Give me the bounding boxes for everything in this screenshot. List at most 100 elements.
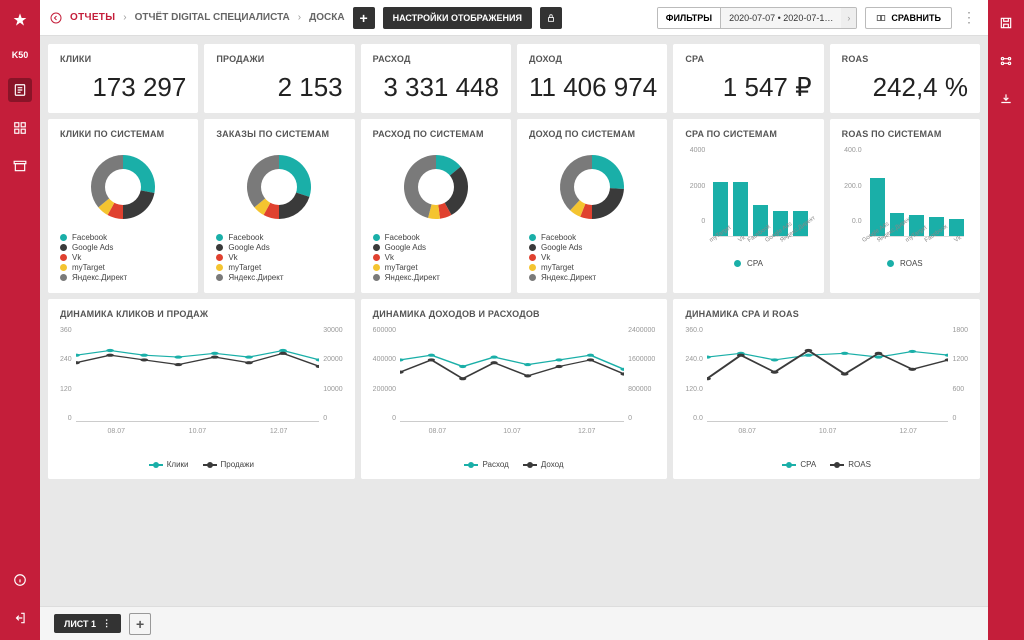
donut-chart [216, 147, 342, 227]
legend-item: CPA [782, 460, 816, 469]
legend-item: Facebook [373, 233, 499, 242]
bottombar: ЛИСТ 1⋮ + [40, 606, 988, 640]
line-card: ДИНАМИКА CPA И ROAS 360.0240.0120.00.0 0… [673, 299, 980, 479]
bar: Google Ads [870, 178, 885, 236]
sheet-tab[interactable]: ЛИСТ 1⋮ [54, 614, 121, 633]
settings-icon[interactable] [995, 50, 1017, 72]
download-icon[interactable] [995, 88, 1017, 110]
bar: myTarget [909, 215, 924, 236]
bar: Яндекс.Директ [890, 213, 905, 236]
legend-item: myTarget [60, 263, 186, 272]
metric-value: 2 153 [216, 72, 342, 103]
metric-card: КЛИКИ 173 297 [48, 44, 198, 113]
metric-label: РАСХОД [373, 54, 499, 64]
back-icon[interactable] [50, 12, 62, 24]
legend-item: Яндекс.Директ [216, 273, 342, 282]
compare-button[interactable]: СРАВНИТЬ [865, 7, 952, 29]
metric-card: ДОХОД 11 406 974 [517, 44, 667, 113]
left-sidebar: K50 [0, 0, 40, 640]
line-card: ДИНАМИКА ДОХОДОВ И РАСХОДОВ 600000400000… [361, 299, 668, 479]
line-legend: РасходДоход [373, 460, 656, 469]
line-legend: Клики Продажи [60, 460, 343, 469]
legend-item: Vk [60, 253, 186, 262]
line-card: ДИНАМИКА КЛИКОВ И ПРОДАЖ 3602401200 08.0… [48, 299, 355, 479]
star-icon[interactable] [8, 8, 32, 32]
metric-label: КЛИКИ [60, 54, 186, 64]
bar-legend: CPA [685, 259, 811, 268]
metric-card: РАСХОД 3 331 448 [361, 44, 511, 113]
date-range-value: 2020-07-07 • 2020-07-1… [721, 8, 841, 28]
legend-item: Google Ads [60, 243, 186, 252]
breadcrumb-mid[interactable]: ОТЧЁТ DIGITAL СПЕЦИАЛИСТА [135, 12, 290, 23]
bar: myTarget [713, 182, 728, 236]
donut-chart [60, 147, 186, 227]
metric-card: CPA 1 547 ₽ [673, 44, 823, 113]
line-chart: 3602401200 08.0710.0712.07 3000020000100… [60, 327, 343, 442]
topbar: ОТЧЕТЫ › ОТЧЁТ DIGITAL СПЕЦИАЛИСТА › ДОС… [40, 0, 988, 36]
legend-item: Клики [149, 460, 189, 469]
breadcrumb-leaf: ДОСКА [309, 12, 344, 23]
legend-item: Яндекс.Директ [373, 273, 499, 282]
add-button[interactable]: + [353, 7, 375, 29]
info-icon[interactable] [8, 568, 32, 592]
legend: FacebookGoogle AdsVkmyTargetЯндекс.Дирек… [529, 233, 655, 282]
legend-item: Продажи [203, 460, 254, 469]
bar: Vk [949, 219, 964, 236]
right-sidebar [988, 0, 1024, 640]
legend-item: Vk [216, 253, 342, 262]
legend-item: myTarget [216, 263, 342, 272]
legend-item: Facebook [216, 233, 342, 242]
legend: FacebookGoogle AdsVkmyTargetЯндекс.Дирек… [60, 233, 186, 282]
breadcrumb-root[interactable]: ОТЧЕТЫ [70, 12, 115, 23]
bar: Facebook [929, 217, 944, 236]
display-settings-button[interactable]: НАСТРОЙКИ ОТОБРАЖЕНИЯ [383, 7, 532, 29]
dashboard-icon[interactable] [8, 116, 32, 140]
legend: FacebookGoogle AdsVkmyTargetЯндекс.Дирек… [216, 233, 342, 282]
filters-label: ФИЛЬТРЫ [658, 8, 721, 28]
legend-item: Vk [529, 253, 655, 262]
metric-label: ПРОДАЖИ [216, 54, 342, 64]
legend-item: Google Ads [529, 243, 655, 252]
donut-card: РАСХОД ПО СИСТЕМАМ FacebookGoogle AdsVkm… [361, 119, 511, 293]
bar: Яндекс.Директ [793, 211, 808, 236]
legend-item: Facebook [529, 233, 655, 242]
reports-icon[interactable] [8, 78, 32, 102]
metric-card: ROAS 242,4 % [830, 44, 980, 113]
line-chart: 360.0240.0120.00.0 08.0710.0712.07 18001… [685, 327, 968, 442]
legend-item: myTarget [529, 263, 655, 272]
add-sheet-button[interactable]: + [129, 613, 151, 635]
exit-icon[interactable] [8, 606, 32, 630]
metric-value: 11 406 974 [529, 72, 655, 103]
dashboard-content: КЛИКИ 173 297 ПРОДАЖИ 2 153 РАСХОД 3 331… [40, 36, 988, 606]
metric-value: 1 547 ₽ [685, 72, 811, 103]
line-legend: CPAROAS [685, 460, 968, 469]
clear-filter-icon[interactable]: › [841, 8, 856, 28]
legend-item: Яндекс.Директ [529, 273, 655, 282]
bar-chart: 400020000 myTargetVkFacebookGoogle AdsЯн… [685, 147, 811, 237]
save-icon[interactable] [995, 12, 1017, 34]
main-area: ОТЧЕТЫ › ОТЧЁТ DIGITAL СПЕЦИАЛИСТА › ДОС… [40, 0, 988, 640]
donut-chart [529, 147, 655, 227]
metric-value: 3 331 448 [373, 72, 499, 103]
donut-chart [373, 147, 499, 227]
legend-item: Доход [523, 460, 564, 469]
bar-legend: ROAS [842, 259, 968, 268]
lock-icon[interactable] [540, 7, 562, 29]
legend-item: Google Ads [373, 243, 499, 252]
filter-daterange[interactable]: ФИЛЬТРЫ 2020-07-07 • 2020-07-1… › [657, 7, 858, 29]
metric-value: 173 297 [60, 72, 186, 103]
metric-label: ROAS [842, 54, 968, 64]
metric-value: 242,4 % [842, 72, 968, 103]
bar: Facebook [753, 205, 768, 236]
legend-item: Яндекс.Директ [60, 273, 186, 282]
archive-icon[interactable] [8, 154, 32, 178]
bar-card: ROAS ПО СИСТЕМАМ 400.0200.00.0 Google Ad… [830, 119, 980, 293]
bar: Google Ads [773, 211, 788, 236]
bar-card: CPA ПО СИСТЕМАМ 400020000 myTargetVkFace… [673, 119, 823, 293]
metric-label: CPA [685, 54, 811, 64]
more-menu-icon[interactable]: ⋮ [960, 7, 978, 29]
legend-item: myTarget [373, 263, 499, 272]
metric-card: ПРОДАЖИ 2 153 [204, 44, 354, 113]
metric-label: ДОХОД [529, 54, 655, 64]
brand-logo: K50 [12, 50, 29, 60]
